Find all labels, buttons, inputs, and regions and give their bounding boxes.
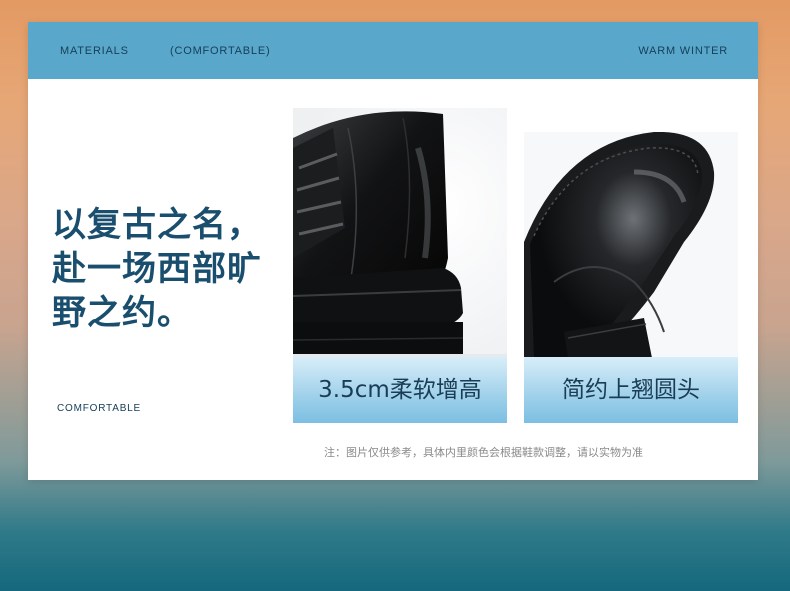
boot-heel-photo [293,108,507,358]
headline-line-1: 以复古之名， [52,205,262,245]
headline: 以复古之名， 赴一场西部旷 野之约。 [52,203,302,335]
header-comfortable-text: (COMFORTABLE) [170,45,271,57]
feature-label-height: 3.5cm柔软增高 [293,357,507,423]
header-warm-winter-text: WARM WINTER [638,45,728,57]
header-materials-text: MATERIALS [60,45,129,57]
feature-label-round-toe: 简约上翘圆头 [524,357,738,423]
tagline: COMFORTABLE [57,403,141,414]
header-bar: MATERIALS (COMFORTABLE) WARM WINTER [28,22,758,79]
headline-line-3: 野之约。 [52,293,192,333]
product-card: MATERIALS (COMFORTABLE) WARM WINTER 以复古之… [28,22,758,480]
boot-toe-photo [524,132,738,358]
footnote: 注：图片仅供参考，具体内里颜色会根据鞋款调整，请以实物为准 [324,446,643,459]
headline-line-2: 赴一场西部旷 [52,249,262,289]
